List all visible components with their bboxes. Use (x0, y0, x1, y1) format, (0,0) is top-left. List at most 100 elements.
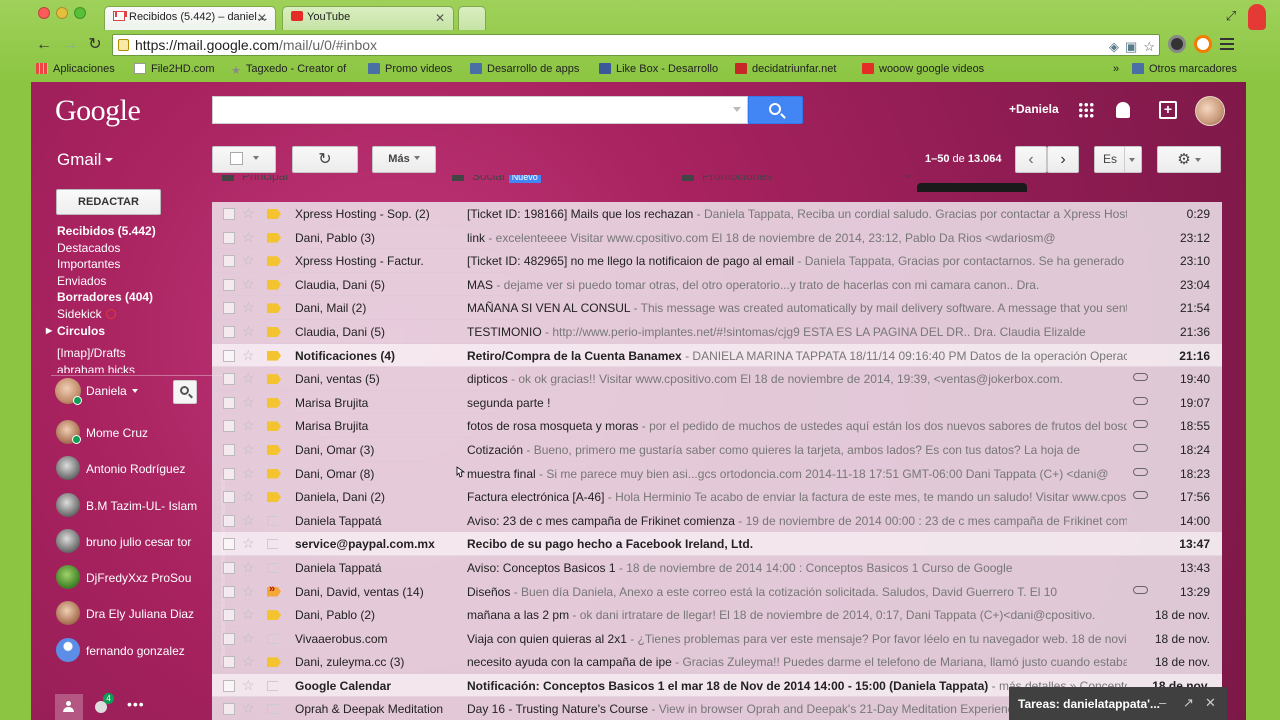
tab-gmail[interactable]: Recibidos (5.442) – daniel… ✕ (104, 6, 276, 30)
importance-marker-icon[interactable] (267, 562, 278, 573)
close-icon[interactable]: ✕ (1205, 695, 1216, 711)
star-icon[interactable]: ☆ (242, 630, 255, 647)
extension-icon[interactable] (1194, 35, 1212, 53)
refresh-button[interactable]: ↻ (292, 146, 358, 173)
importance-marker-icon[interactable] (267, 444, 281, 455)
star-icon[interactable]: ☆ (242, 512, 255, 529)
star-icon[interactable]: ☆ (242, 677, 255, 694)
google-logo[interactable]: Google (55, 94, 141, 128)
importance-marker-icon[interactable] (267, 680, 278, 691)
contact-item[interactable]: Dra Ely Juliana Diaz (55, 599, 215, 635)
table-row[interactable]: ☆ Marisa Brujita segunda parte ! 19:07 (212, 390, 1222, 415)
table-row[interactable]: ☆ Dani, ventas (5) dipticos - ok ok gracia… (212, 367, 1222, 391)
profile-icon[interactable] (1248, 4, 1266, 30)
new-tab-button[interactable] (458, 6, 486, 30)
star-icon[interactable]: ☆ (242, 441, 255, 458)
checkbox[interactable] (223, 373, 235, 386)
account-link[interactable]: +Daniela (1009, 102, 1059, 116)
importance-marker-icon[interactable] (267, 256, 281, 267)
table-row[interactable]: ☆ Marisa Brujita fotos de rosa mosqueta y … (212, 414, 1222, 438)
table-row[interactable]: ☆ Claudia, Dani (5) MAS - dejame ver si pu… (212, 272, 1222, 297)
contact-item[interactable]: Mome Cruz (55, 418, 215, 454)
table-row[interactable]: ☆ Dani, Mail (2) MAÑANA SI VEN AL CONSUL -… (212, 296, 1222, 320)
checkbox[interactable] (223, 561, 235, 574)
sidebar-item-important[interactable]: Importantes (57, 256, 217, 273)
sidebar-item-starred[interactable]: Destacados (57, 240, 217, 257)
checkbox[interactable] (223, 609, 235, 622)
gmail-menu[interactable]: Gmail (57, 150, 114, 170)
importance-marker-icon[interactable] (267, 704, 278, 715)
add-tab-icon[interactable]: + (904, 175, 911, 183)
search-input[interactable] (212, 96, 748, 124)
bookmark-item[interactable]: File2HD.com (134, 63, 215, 75)
importance-marker-icon[interactable] (267, 633, 278, 644)
tab-promociones[interactable]: Promociones (682, 175, 772, 183)
star-icon[interactable]: ☆ (242, 417, 255, 434)
star-icon[interactable]: ☆ (242, 488, 255, 505)
sidebar-item-imap-drafts[interactable]: [Imap]/Drafts (57, 345, 217, 362)
extension-icon[interactable]: ◈ (1109, 37, 1119, 57)
minimize-window-button[interactable] (56, 7, 68, 19)
importance-marker-icon[interactable] (267, 350, 281, 361)
checkbox[interactable] (223, 656, 235, 669)
menu-icon[interactable] (1220, 38, 1234, 50)
more-icon[interactable]: ••• (127, 696, 145, 712)
checkbox[interactable] (223, 632, 235, 645)
table-row[interactable]: ☆ Xpress Hosting - Factur. [Ticket ID: 482… (212, 249, 1222, 273)
table-row[interactable]: ☆ Vivaaerobus.com Viaja con quien quieras … (212, 626, 1222, 651)
table-row[interactable]: ☆ Daniela, Dani (2) Factura electrónica [A… (212, 485, 1222, 509)
contacts-tab[interactable] (55, 694, 83, 720)
table-row[interactable]: ☆ Dani, Omar (3) Cotización - Bueno, prime… (212, 437, 1222, 462)
importance-marker-icon[interactable] (267, 374, 281, 385)
importance-marker-icon[interactable] (267, 232, 281, 243)
bookmark-item[interactable]: Desarrollo de apps (470, 63, 579, 75)
checkbox[interactable] (223, 420, 235, 433)
contact-item[interactable]: bruno julio cesar tor (55, 527, 215, 563)
bookmark-item[interactable]: ★ Tagxedo - Creator of (231, 63, 357, 75)
apps-grid-icon[interactable] (1078, 102, 1094, 118)
close-icon[interactable]: ✕ (435, 11, 445, 25)
star-icon[interactable]: ☆ (242, 394, 255, 411)
sidebar-item-abraham-hicks[interactable]: abraham hicks (57, 362, 217, 373)
contact-item[interactable]: DjFredyXxz ProSou (55, 563, 215, 599)
tab-youtube[interactable]: YouTube ✕ (282, 6, 454, 30)
notifications-icon[interactable] (1116, 102, 1130, 118)
sidebar-item-drafts[interactable]: Borradores (404) (57, 289, 217, 306)
importance-marker-icon[interactable] (267, 586, 281, 597)
star-icon[interactable]: ☆ (242, 370, 255, 387)
star-icon[interactable]: ☆ (242, 299, 255, 316)
fullscreen-icon[interactable]: ⤢ (1222, 8, 1240, 26)
table-row[interactable]: ☆ service@paypal.com.mx Recibo de su pago … (212, 532, 1222, 556)
checkbox[interactable] (223, 208, 235, 220)
forward-icon[interactable]: → (60, 35, 80, 55)
importance-marker-icon[interactable] (267, 610, 281, 621)
table-row[interactable]: ☆ Dani, Pablo (3) link - excelenteeee Visi… (212, 225, 1222, 250)
checkbox[interactable] (223, 703, 235, 716)
table-row[interactable]: ☆ Daniela Tappatá Aviso: Conceptos Basicos… (212, 555, 1222, 580)
extension-icon[interactable] (1168, 35, 1186, 53)
settings-button[interactable]: ⚙ (1157, 146, 1221, 173)
avatar[interactable] (1195, 96, 1225, 126)
table-row[interactable]: ☆ Dani, David, ventas (14) Diseños - Buen … (212, 579, 1222, 604)
importance-marker-icon[interactable] (267, 657, 281, 668)
bookmark-item[interactable]: Promo videos (368, 63, 452, 75)
sidebar-item-sent[interactable]: Enviados (57, 273, 217, 290)
checkbox[interactable] (223, 278, 235, 291)
star-icon[interactable]: ☆ (242, 465, 255, 482)
address-bar[interactable]: https://mail.google.com/mail/u/0/#inbox … (112, 34, 1160, 56)
search-button[interactable] (748, 96, 803, 124)
importance-marker-icon[interactable] (267, 326, 281, 337)
checkbox[interactable] (223, 349, 235, 362)
bookmark-star-icon[interactable]: ☆ (1143, 37, 1155, 57)
tab-principal[interactable]: Principal (222, 175, 288, 183)
cast-icon[interactable]: ▣ (1125, 37, 1137, 57)
sidebar-item-inbox[interactable]: Recibidos (5.442) (57, 223, 217, 240)
tasks-window[interactable]: Tareas: danielatappata'... – ↗ ✕ (1009, 687, 1227, 720)
importance-marker-icon[interactable] (267, 492, 281, 503)
table-row[interactable]: ☆ Xpress Hosting - Sop. (2) [Ticket ID: 19… (212, 202, 1222, 226)
importance-marker-icon[interactable] (267, 539, 278, 550)
star-icon[interactable]: ☆ (242, 252, 255, 269)
contact-item[interactable]: B.M Tazim-UL- Islam (55, 491, 215, 527)
bookmark-item[interactable]: wooow google videos (862, 63, 984, 75)
importance-marker-icon[interactable] (267, 279, 281, 290)
